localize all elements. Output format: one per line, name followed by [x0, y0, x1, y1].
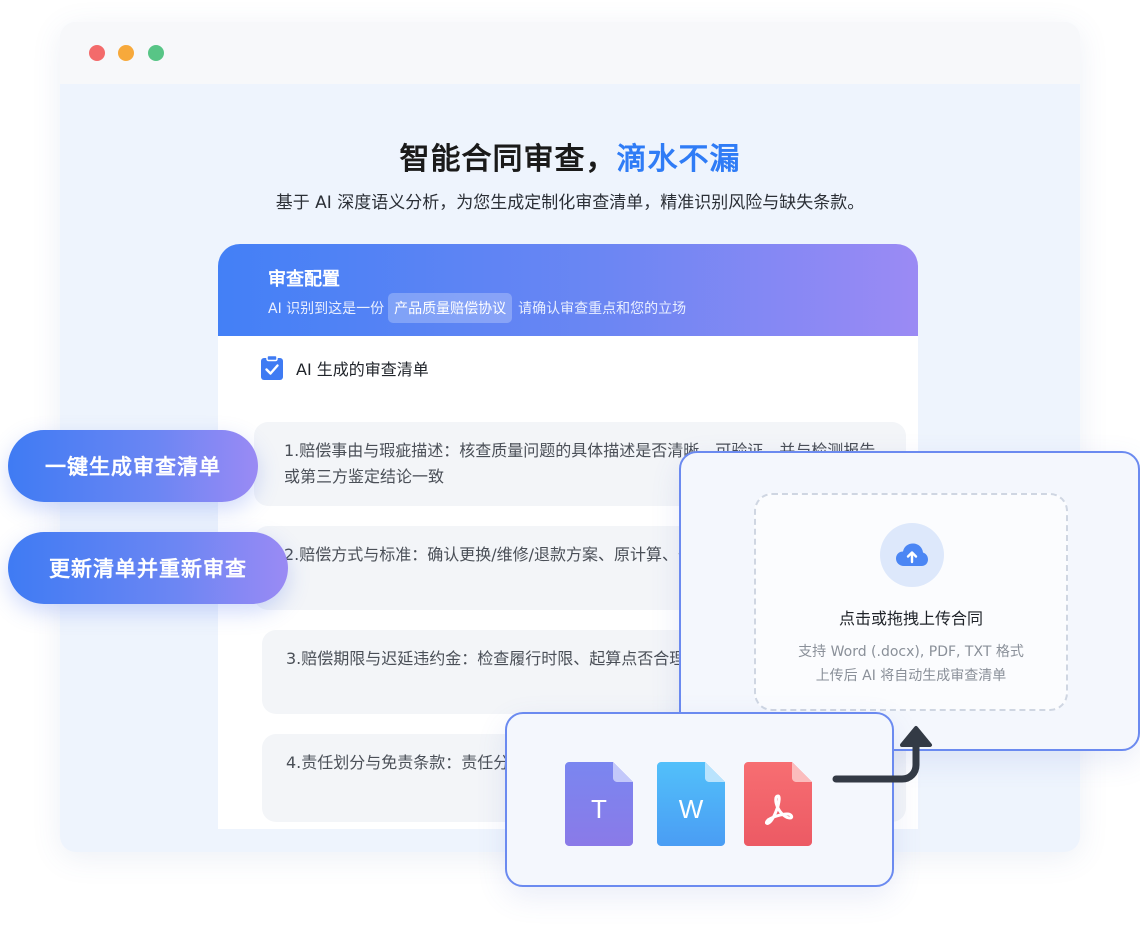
- maximize-dot[interactable]: [148, 45, 164, 61]
- panel-line-prefix: AI 识别到这是一份: [268, 301, 385, 317]
- checklist-header: AI 生成的审查清单: [260, 355, 429, 381]
- upload-dropzone[interactable]: 点击或拖拽上传合同 支持 Word (.docx), PDF, TXT 格式 上…: [754, 493, 1068, 711]
- panel-title: 审查配置: [268, 269, 340, 290]
- panel-line-suffix: 请确认审查重点和您的立场: [518, 301, 687, 317]
- panel-description: AI 识别到这是一份 产品质量赔偿协议 请确认审查重点和您的立场: [268, 293, 686, 323]
- word-file-letter: W: [679, 794, 704, 824]
- contract-type-tag[interactable]: 产品质量赔偿协议: [388, 293, 513, 323]
- upload-card: 点击或拖拽上传合同 支持 Word (.docx), PDF, TXT 格式 上…: [679, 451, 1140, 751]
- upload-icon-circle: [880, 523, 944, 587]
- txt-file-letter: T: [591, 794, 607, 824]
- checklist-title: AI 生成的审查清单: [296, 360, 429, 379]
- upload-hint: 上传后 AI 将自动生成审查清单: [815, 668, 1007, 684]
- title-bar: [60, 22, 1080, 84]
- minimize-dot[interactable]: [118, 45, 134, 61]
- hero-title: 智能合同审查，滴水不漏: [60, 134, 1080, 178]
- clipboard-check-icon: [261, 355, 283, 380]
- update-and-review-button[interactable]: 更新清单并重新审查: [8, 532, 288, 604]
- cloud-upload-icon: [896, 543, 928, 566]
- upload-formats: 支持 Word (.docx), PDF, TXT 格式: [798, 644, 1024, 660]
- hero-subtitle: 基于 AI 深度语义分析，为您生成定制化审查清单，精准识别风险与缺失条款。: [275, 193, 865, 213]
- pdf-file-icon[interactable]: [744, 760, 814, 846]
- upload-arrow-icon: [832, 726, 932, 783]
- close-dot[interactable]: [89, 45, 105, 61]
- hero-title-accent: 滴水不漏: [616, 142, 741, 177]
- generate-checklist-button[interactable]: 一键生成审查清单: [8, 430, 258, 502]
- txt-file-icon[interactable]: T: [565, 760, 635, 846]
- word-file-icon[interactable]: W: [657, 760, 727, 846]
- upload-title: 点击或拖拽上传合同: [838, 609, 983, 628]
- panel-header: 审查配置 AI 识别到这是一份 产品质量赔偿协议 请确认审查重点和您的立场: [218, 244, 918, 336]
- hero-title-main: 智能合同审查，: [399, 142, 617, 177]
